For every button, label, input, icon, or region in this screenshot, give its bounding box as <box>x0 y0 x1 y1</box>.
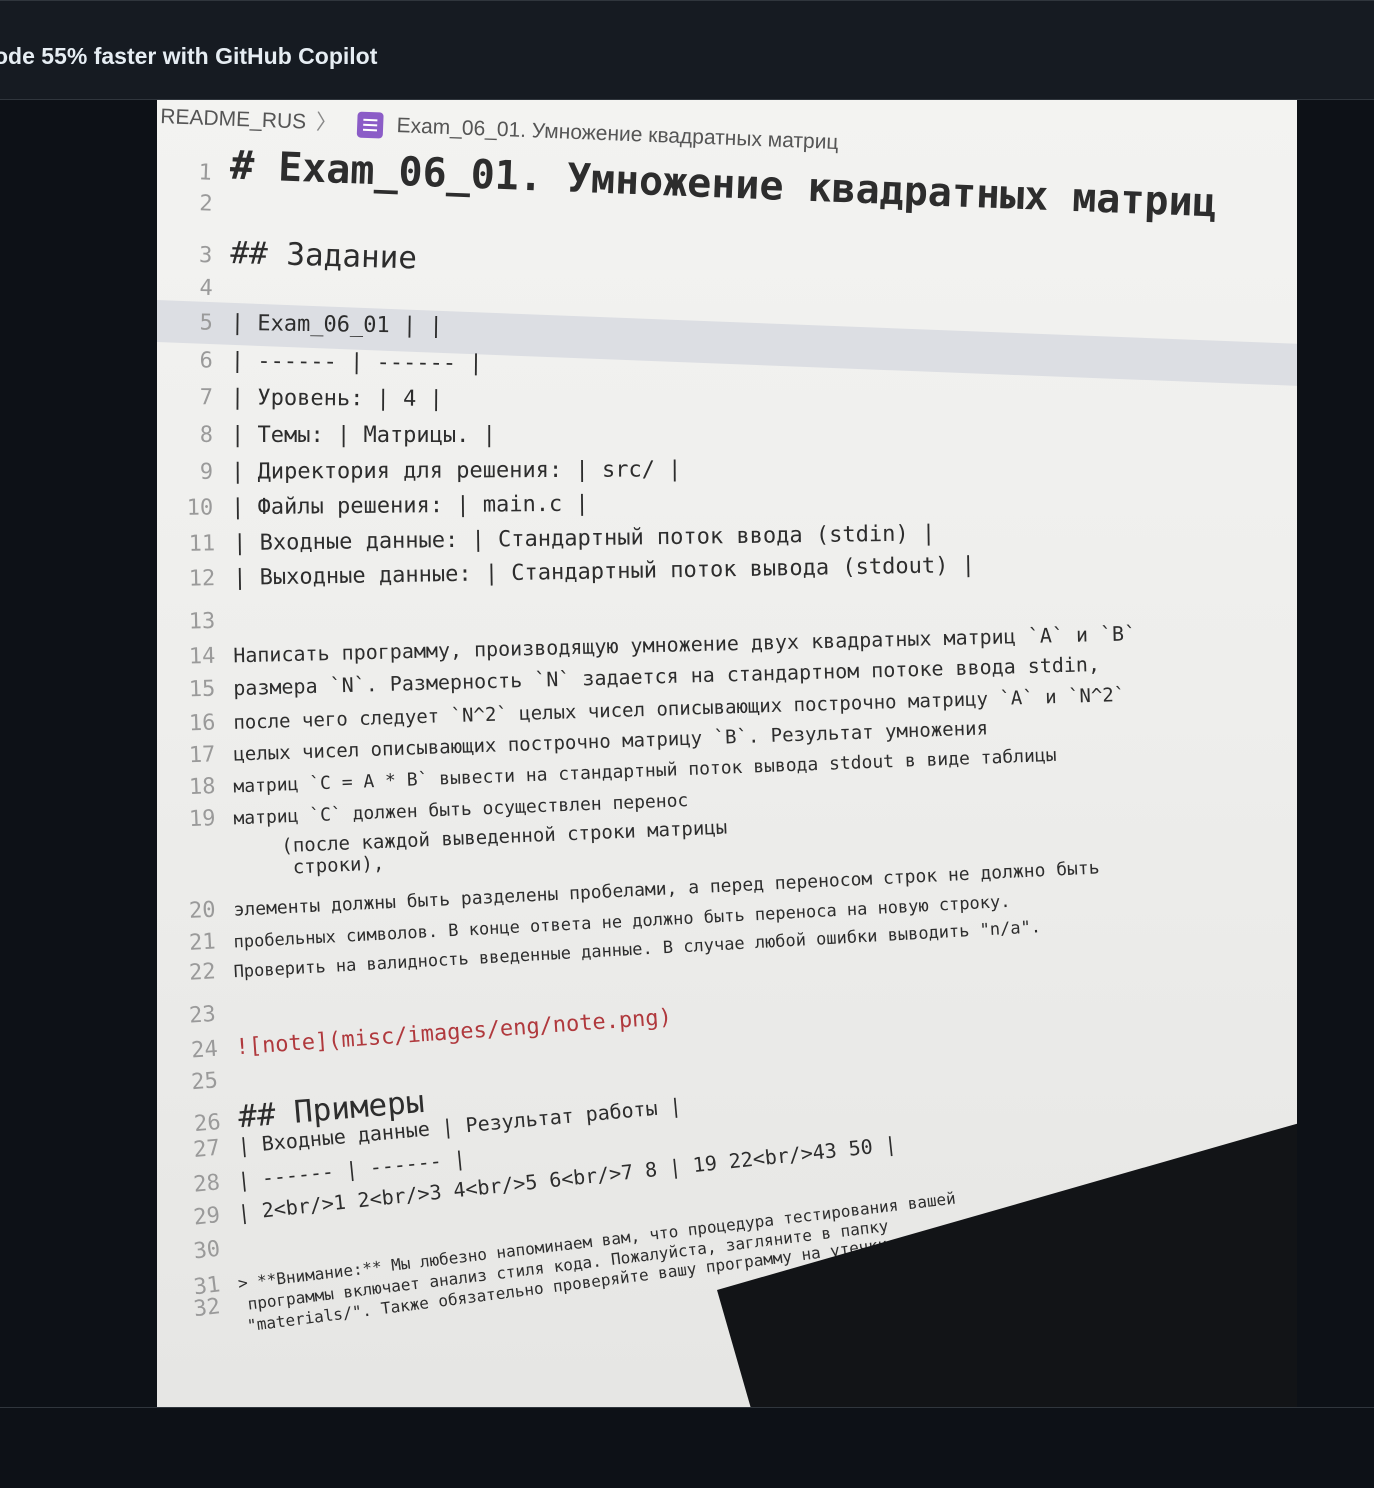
code-line[interactable]: 6 | ------ | ------ | <box>165 348 483 376</box>
line-number <box>216 853 264 855</box>
line-text <box>230 276 231 301</box>
line-text <box>233 1001 235 1025</box>
line-text: # Exam_06_01. Умножение квадратных матри… <box>229 142 1218 227</box>
code-line[interactable]: 9 | Директория для решения: | src/ | <box>165 457 682 485</box>
line-number: 27 <box>192 1135 222 1163</box>
line-text <box>237 1239 239 1258</box>
code-line[interactable]: 8 | Темы: | Матрицы. | <box>165 423 496 448</box>
code-line[interactable]: 30 <box>171 1235 239 1267</box>
breadcrumb-file: Exam_06_01. Умножение квадратных матриц <box>396 114 839 155</box>
code-line[interactable]: 3 ## Задание <box>164 233 418 277</box>
code-line[interactable]: 13 <box>167 609 234 635</box>
line-number: 13 <box>188 608 216 635</box>
line-number: 6 <box>199 348 213 374</box>
line-text: ![note](misc/images/eng/note.png) <box>234 1004 673 1061</box>
line-number: 5 <box>199 310 213 336</box>
line-number: 2 <box>198 191 213 217</box>
line-text: ## Задание <box>229 234 418 277</box>
markdown-file-icon <box>356 111 384 139</box>
bottom-bar <box>0 1407 1374 1488</box>
banner-text[interactable]: ode 55% faster with GitHub Copilot <box>0 43 377 70</box>
line-number: 12 <box>188 566 216 592</box>
code-line[interactable]: 5 | Exam_06_01 | | <box>165 310 443 339</box>
line-text: | Exam_06_01 | | <box>230 310 443 339</box>
line-number: 16 <box>188 710 216 737</box>
line-number: 21 <box>188 929 217 956</box>
line-number <box>173 1335 221 1341</box>
code-line[interactable]: 11 | Входные данные: | Стандартный поток … <box>167 521 935 557</box>
line-number: 20 <box>188 897 217 924</box>
line-text: | Темы: | Матрицы. | <box>231 423 496 448</box>
line-text: | Выходные данные: | Стандартный поток в… <box>232 552 976 591</box>
line-number: 9 <box>199 459 214 485</box>
line-number: 17 <box>188 742 216 769</box>
line-number: 18 <box>188 774 216 801</box>
code-line[interactable]: 24 ![note](misc/images/eng/note.png) <box>169 1004 673 1065</box>
line-number: 30 <box>192 1236 222 1265</box>
code-line[interactable]: 1 # Exam_06_01. Умножение квадратных матр… <box>163 140 1218 227</box>
code-line[interactable]: 12 | Выходные данные: | Стандартный поток… <box>167 553 975 592</box>
code-line[interactable]: 25 <box>169 1067 237 1097</box>
line-number: 25 <box>190 1068 219 1096</box>
line-number: 7 <box>199 385 213 411</box>
line-text: | Директория для решения: | src/ | <box>230 457 682 485</box>
line-text: | ------ | ------ | <box>230 348 483 377</box>
code-line[interactable]: 23 <box>167 1001 234 1030</box>
editor-photo: README_RUS 〉 Exam_06_01. Умножение квадр… <box>157 100 1297 1408</box>
line-text: | Уровень: | 4 | <box>230 385 443 412</box>
line-number: 19 <box>188 806 216 833</box>
breadcrumb-parent: README_RUS <box>159 104 307 134</box>
line-text <box>233 609 234 634</box>
copilot-banner: ode 55% faster with GitHub Copilot <box>0 0 1374 100</box>
line-number: 14 <box>188 643 216 670</box>
left-margin <box>0 100 157 1408</box>
code-line[interactable]: 2 <box>164 190 231 217</box>
line-number: 26 <box>193 1109 222 1138</box>
line-number: 11 <box>188 531 216 557</box>
line-text: | Файлы решения: | main.c | <box>230 491 589 521</box>
line-number: 15 <box>188 676 216 703</box>
line-text <box>230 192 231 217</box>
breadcrumb-separator: 〉 <box>315 110 338 135</box>
right-margin <box>1297 100 1374 1408</box>
line-number: 4 <box>199 275 213 301</box>
line-number: 22 <box>188 959 217 986</box>
line-number: 8 <box>199 423 213 448</box>
code-line[interactable]: 7 | Уровень: | 4 | <box>165 385 443 412</box>
line-number: 28 <box>192 1170 222 1198</box>
code-line[interactable]: 10 | Файлы решения: | main.c | <box>165 492 589 521</box>
line-number: 3 <box>198 243 213 269</box>
line-number: 23 <box>188 1001 217 1029</box>
code-line[interactable]: 4 <box>164 275 231 301</box>
line-text: | Входные данные: | Стандартный поток вв… <box>232 521 936 557</box>
line-number <box>216 875 264 877</box>
line-number: 10 <box>186 495 214 521</box>
line-number: 24 <box>190 1036 219 1064</box>
line-text: строки), <box>280 852 385 879</box>
line-number: 29 <box>192 1202 222 1231</box>
line-number: 1 <box>198 160 213 186</box>
line-text <box>235 1067 237 1092</box>
